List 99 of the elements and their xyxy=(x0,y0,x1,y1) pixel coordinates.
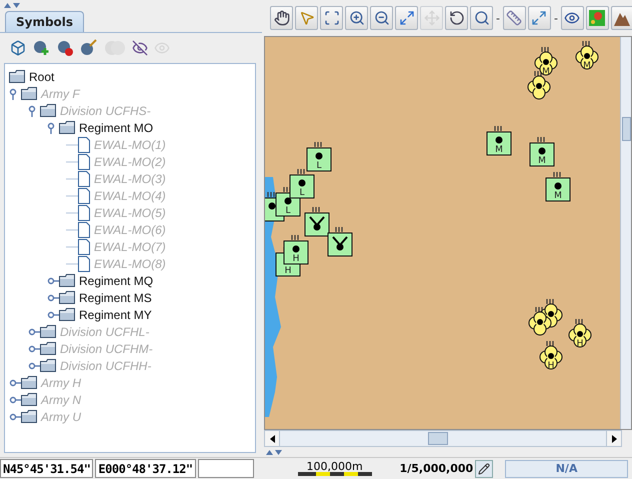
folder-icon xyxy=(59,308,75,321)
folder-icon xyxy=(9,70,25,83)
folder-icon xyxy=(40,359,56,372)
document-icon xyxy=(78,204,90,220)
unit-letter: H xyxy=(576,340,584,349)
unit-letter: M xyxy=(494,146,504,155)
unit-letter: M xyxy=(553,192,563,201)
horizontal-scrollbar[interactable] xyxy=(264,430,622,447)
latitude-field: N45°45'31.54" xyxy=(0,459,94,478)
unit-symbol[interactable] xyxy=(567,319,593,349)
terrain-map-button[interactable] xyxy=(586,6,609,30)
unit-symbol[interactable] xyxy=(283,235,309,265)
scale-bar-icon xyxy=(298,472,372,476)
unit-letter: L xyxy=(315,162,322,171)
scroll-left-icon[interactable] xyxy=(270,434,274,442)
document-icon xyxy=(78,188,90,204)
document-icon xyxy=(78,136,90,152)
scroll-thumb[interactable] xyxy=(622,117,631,141)
eye-button[interactable] xyxy=(560,6,584,30)
folder-icon xyxy=(59,121,75,134)
fit-arrows-button[interactable] xyxy=(395,6,418,30)
unit-symbol[interactable] xyxy=(327,227,353,257)
document-icon xyxy=(78,222,90,238)
fit-arrows-icon[interactable] xyxy=(398,10,414,26)
zoom-out-icon[interactable] xyxy=(374,10,390,26)
tree-item[interactable]: Root xyxy=(29,70,54,84)
collapse-arrow-icon[interactable] xyxy=(266,450,273,454)
expand-arrow-icon[interactable] xyxy=(13,2,20,8)
unit-symbol[interactable] xyxy=(304,207,330,237)
magnifier-window-icon[interactable] xyxy=(474,10,490,26)
ruler-button[interactable] xyxy=(502,6,526,30)
terrain-map-icon[interactable] xyxy=(589,10,606,26)
unit-letter: M xyxy=(582,62,592,71)
document-icon xyxy=(78,256,90,272)
longitude-field: E000°48'37.12" xyxy=(95,459,196,478)
unit-symbol[interactable] xyxy=(529,137,555,167)
toolbar-separator: - xyxy=(495,12,501,24)
unit-symbol[interactable] xyxy=(545,172,571,202)
folder-icon xyxy=(40,325,56,338)
hand-icon[interactable] xyxy=(274,10,290,26)
pointer-icon[interactable] xyxy=(298,10,314,26)
unit-symbol[interactable] xyxy=(275,187,301,217)
cube-icon[interactable] xyxy=(10,40,26,56)
map-view[interactable]: L L L H H M M M M M H H xyxy=(265,37,620,429)
unit-letter: H xyxy=(546,362,556,371)
document-icon xyxy=(78,154,90,170)
scale-value: 1/5,000,000 xyxy=(400,462,474,475)
eye-slash-icon[interactable] xyxy=(132,40,148,56)
unit-letter: H xyxy=(284,267,292,276)
eye-icon[interactable] xyxy=(564,10,580,26)
hand-button[interactable] xyxy=(270,6,293,30)
unit-symbol[interactable] xyxy=(527,307,553,337)
folder-icon xyxy=(40,104,56,117)
rotate-icon[interactable] xyxy=(448,10,464,26)
folder-icon xyxy=(21,376,37,389)
unit-letter: L xyxy=(284,207,292,216)
remove-circle-icon[interactable] xyxy=(56,39,74,57)
zoom-out-button[interactable] xyxy=(370,6,393,30)
unit-symbol[interactable] xyxy=(533,47,559,77)
edit-scale-button[interactable] xyxy=(475,460,494,478)
symbols-tab[interactable]: Symbols xyxy=(5,11,84,32)
folder-icon xyxy=(59,291,75,304)
unit-symbol[interactable] xyxy=(538,341,564,371)
unit-symbol[interactable] xyxy=(486,126,512,156)
pencil-circle-icon[interactable] xyxy=(80,39,98,57)
unit-letter: L xyxy=(298,189,306,198)
relief-button[interactable] xyxy=(610,6,632,30)
zoom-box-icon[interactable] xyxy=(324,10,340,26)
scroll-right-icon[interactable] xyxy=(612,434,616,442)
vertical-scrollbar[interactable] xyxy=(620,37,631,429)
add-circle-icon[interactable] xyxy=(32,39,50,57)
expand-arrow-icon[interactable] xyxy=(275,450,282,454)
folder-icon xyxy=(21,410,37,423)
scale-label: 100,000m xyxy=(306,461,363,472)
folder-icon xyxy=(40,342,56,355)
magnifier-window-button[interactable] xyxy=(470,6,493,30)
collapse-arrow-icon[interactable] xyxy=(4,2,11,8)
folder-icon xyxy=(59,274,75,287)
zoom-in-button[interactable] xyxy=(345,6,368,30)
scroll-thumb[interactable] xyxy=(428,432,448,445)
expand-icon[interactable] xyxy=(531,10,548,26)
unit-letter: M xyxy=(541,68,551,77)
ruler-icon[interactable] xyxy=(506,10,522,26)
unit-letter: H xyxy=(292,255,300,264)
unit-symbol[interactable] xyxy=(574,41,600,71)
zoom-in-icon[interactable] xyxy=(348,10,364,26)
unit-symbol[interactable] xyxy=(289,169,315,199)
folder-icon xyxy=(21,87,37,100)
pencil-icon xyxy=(478,462,490,474)
projection-field: N/A xyxy=(505,460,628,478)
rotate-button[interactable] xyxy=(445,6,468,30)
document-icon xyxy=(78,238,90,254)
toolbar-separator: - xyxy=(552,12,559,24)
document-icon xyxy=(78,170,90,186)
unit-letter: M xyxy=(537,157,547,166)
expand-button[interactable] xyxy=(528,6,551,30)
unit-symbol[interactable] xyxy=(306,142,332,172)
folder-icon xyxy=(21,393,37,406)
zoom-box-button[interactable] xyxy=(320,6,343,30)
